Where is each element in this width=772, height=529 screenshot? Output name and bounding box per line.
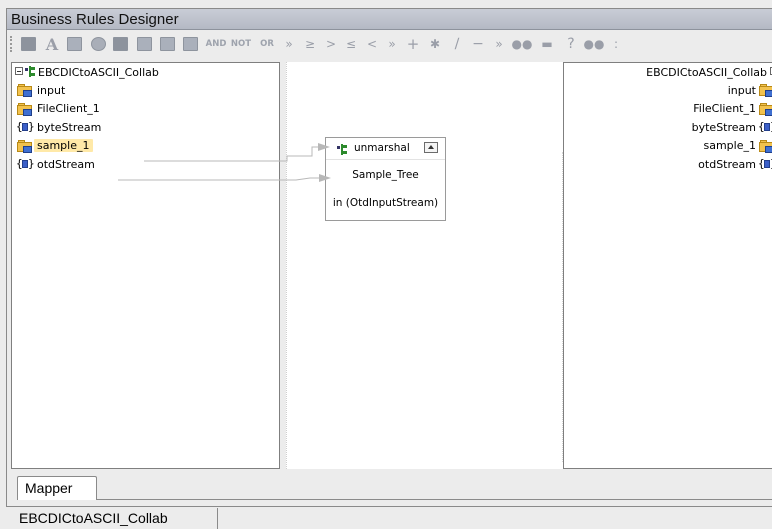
target-tree-panel[interactable]: EBCDICtoASCII_Collab input FileClient_1by… — [563, 62, 772, 469]
source-tree-panel[interactable]: EBCDICtoASCII_Collab input FileClient_1{}… — [11, 62, 280, 469]
less-equal-icon[interactable]: ≤ — [341, 35, 361, 53]
source-tree-item-label: otdStream — [37, 157, 95, 171]
conditional-icon[interactable]: ? — [563, 35, 579, 53]
port-otd-input-stream[interactable]: in (OtdInputStream) — [326, 194, 445, 212]
brace-icon: {} — [758, 157, 772, 171]
add-icon[interactable]: + — [405, 35, 421, 53]
greater-than-icon[interactable]: > — [323, 35, 339, 53]
source-tree-item[interactable]: {} byteStream — [16, 119, 104, 135]
decrement-icon[interactable]: ▬ — [537, 35, 557, 53]
unmarshal-method-box[interactable]: unmarshal Sample_Tree in (OtdInputStream… — [325, 137, 446, 221]
multiply-icon[interactable]: ✱ — [427, 35, 443, 53]
source-tree-root[interactable]: EBCDICtoASCII_Collab — [15, 64, 162, 80]
title-bar: Business Rules Designer — [7, 9, 772, 30]
method-box-header[interactable]: unmarshal — [326, 138, 445, 160]
target-tree-item[interactable]: sample_1 — [701, 138, 772, 154]
toolbar-grip-icon[interactable] — [10, 36, 14, 52]
tab-mapper[interactable]: Mapper — [17, 476, 97, 500]
copy-node-icon[interactable] — [158, 35, 176, 53]
source-tree-item[interactable]: {} otdStream — [16, 156, 98, 172]
source-tree-item-label: sample_1 — [34, 139, 93, 152]
subtract-icon[interactable]: − — [470, 35, 486, 53]
source-tree-item-label: input — [37, 83, 66, 97]
less-than-icon[interactable]: < — [364, 35, 380, 53]
tab-ebcdictoascii-collab[interactable]: EBCDICtoASCII_Collab — [6, 508, 218, 529]
toolbar: A AND NOT OR » ≥ > ≤ < » + ✱ ∕ − » ●● ▬ … — [7, 31, 772, 57]
source-tree-item-label: byteStream — [37, 120, 102, 134]
window-title: Business Rules Designer — [11, 11, 179, 28]
shift-left-icon[interactable]: » — [384, 35, 400, 53]
method-palette-icon[interactable] — [19, 35, 37, 53]
brace-icon: {} — [758, 120, 772, 134]
target-tree-item[interactable]: input — [725, 82, 772, 98]
folder-icon — [759, 139, 772, 153]
divide-icon[interactable]: ∕ — [449, 35, 465, 53]
string-icon[interactable] — [65, 35, 83, 53]
source-tree-item[interactable]: FileClient_1 — [17, 101, 103, 117]
negate-icon[interactable]: ●● — [584, 35, 605, 53]
target-tree-item[interactable]: FileClient_1 — [690, 101, 772, 117]
target-tree-item[interactable]: byteStream{} — [689, 119, 772, 135]
mapping-canvas[interactable] — [286, 62, 563, 469]
folder-icon — [759, 83, 772, 97]
create-object-icon[interactable] — [89, 35, 107, 53]
method-tree-icon — [335, 143, 349, 157]
literal-text-icon[interactable]: A — [43, 35, 61, 54]
target-tree-item-label: otdStream — [698, 157, 756, 171]
target-tree-item[interactable]: otdStream{} — [695, 156, 772, 172]
shift-right-icon[interactable]: » — [280, 35, 298, 53]
brace-icon: {} — [16, 120, 35, 133]
target-tree-root[interactable]: EBCDICtoASCII_Collab — [643, 64, 772, 80]
brace-icon: {} — [16, 157, 35, 170]
array-icon[interactable] — [111, 35, 129, 53]
port-sample-tree[interactable]: Sample_Tree — [326, 166, 445, 184]
collab-tree-icon[interactable] — [15, 65, 35, 79]
not-operator-button[interactable]: NOT — [229, 35, 253, 53]
source-tree-item-label: FileClient_1 — [37, 102, 100, 115]
target-tree-item-label: byteStream — [691, 120, 756, 134]
or-operator-button[interactable]: OR — [257, 35, 277, 53]
target-tree-item-label: sample_1 — [703, 139, 757, 152]
target-tree-item-label: FileClient_1 — [693, 102, 756, 115]
greater-equal-icon[interactable]: ≥ — [300, 35, 320, 53]
collapse-button[interactable] — [424, 142, 438, 153]
and-operator-button[interactable]: AND — [204, 35, 228, 53]
increment-icon[interactable]: ●● — [512, 35, 533, 53]
folder-icon — [759, 102, 772, 116]
source-tree-item[interactable]: input — [17, 82, 68, 98]
modulus-icon[interactable]: : — [609, 35, 623, 53]
assign-node-icon[interactable] — [181, 35, 199, 53]
target-tree-item-label: input — [727, 83, 756, 97]
add-node-icon[interactable] — [135, 35, 153, 53]
source-tree-item[interactable]: sample_1 — [17, 138, 93, 154]
folder-icon — [17, 83, 34, 97]
method-box-title: unmarshal — [354, 142, 410, 154]
unsigned-shift-icon[interactable]: » — [491, 35, 507, 53]
folder-icon — [17, 102, 34, 116]
folder-icon — [17, 139, 34, 153]
